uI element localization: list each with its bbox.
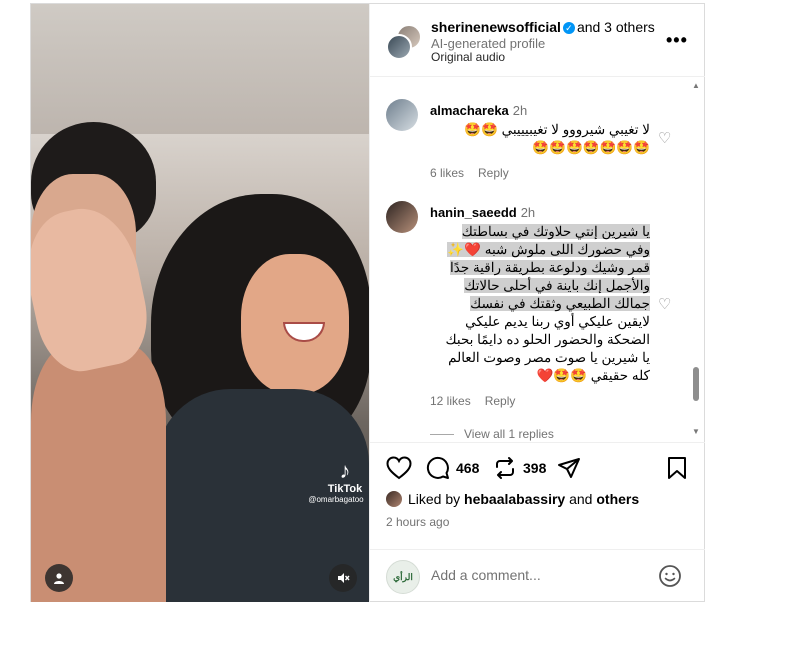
like-button[interactable] <box>386 455 412 481</box>
avatar[interactable] <box>386 99 418 131</box>
comment-button[interactable]: 468 <box>426 455 479 481</box>
comment-line: قمر وشيك ودلوعة بطريقة راقية جدًا <box>450 260 650 275</box>
ai-label[interactable]: AI-generated profile <box>431 36 545 51</box>
comment-line: جمالك الطبيعي وثقتك في نفسك <box>470 296 650 311</box>
like-comment-heart-icon[interactable]: ♡ <box>658 295 671 313</box>
like-comment-heart-icon[interactable]: ♡ <box>658 129 671 147</box>
save-button[interactable] <box>667 455 687 481</box>
post-video[interactable]: ♪ TikTok @omarbagatoo <box>31 4 369 602</box>
post-author: sherinenewsofficial ✓ and 3 others <box>431 19 655 35</box>
tagged-users-button[interactable] <box>45 564 73 592</box>
comment-username: hanin_saeedd 2h <box>430 205 535 220</box>
comment-line: والأجمل إنك باينة في أحلى حالاتك <box>464 278 650 293</box>
comment-line: وفي حضورك اللى ملوش شبه ❤️✨ <box>447 242 650 257</box>
post-dialog: ♪ TikTok @omarbagatoo sherinenewsofficia… <box>30 3 705 602</box>
more-options-button[interactable]: ••• <box>666 30 688 51</box>
tiktok-watermark: ♪ TikTok @omarbagatoo <box>308 458 369 505</box>
comment-line: الضحكة والحضور الحلو ده دايمًا بحبك <box>445 332 651 347</box>
comment-time: 2h <box>512 103 528 118</box>
avatar: الرأي <box>386 560 420 594</box>
mute-button[interactable] <box>329 564 357 592</box>
add-comment-bar: الرأي Add a comment... <box>370 549 705 603</box>
scroll-up-arrow-icon[interactable]: ▲ <box>692 81 700 90</box>
comment-input[interactable]: Add a comment... <box>431 567 541 583</box>
share-button[interactable] <box>557 455 581 481</box>
post-header: sherinenewsofficial ✓ and 3 others AI-gene… <box>370 4 705 77</box>
heart-icon <box>386 456 412 480</box>
comment-line: 🤩🤩🤩🤩🤩🤩🤩 <box>532 140 650 155</box>
comments-scrollbar[interactable] <box>693 367 699 401</box>
divider <box>430 434 454 436</box>
comment-meta: 6 likes Reply <box>430 166 523 180</box>
tiktok-logo-icon: ♪ <box>339 458 351 483</box>
send-icon <box>558 458 580 478</box>
reply-button[interactable]: Reply <box>485 394 516 408</box>
liked-by: Liked by hebaalabassiry and others <box>386 491 639 507</box>
scroll-down-arrow-icon[interactable]: ▼ <box>692 427 700 436</box>
avatar[interactable] <box>386 201 418 233</box>
comment-likes[interactable]: 12 likes <box>430 394 471 408</box>
comment-text: لا تغيبي شيرووو لا تغيبيييبي 🤩🤩 🤩🤩🤩🤩🤩🤩🤩 <box>430 121 650 157</box>
view-replies-label: View all 1 replies <box>464 427 554 441</box>
author-username[interactable]: sherinenewsofficial <box>431 19 561 35</box>
post-timestamp[interactable]: 2 hours ago <box>386 515 449 529</box>
emoji-picker-button[interactable] <box>658 564 682 593</box>
tiktok-name: TikTok <box>327 483 363 495</box>
comment-line: لا تغيبي شيرووو لا تغيبيييبي 🤩🤩 <box>464 122 650 137</box>
comment-text: يا شيرين إنتي حلاوتك في بساطتك وفي حضورك… <box>430 223 650 385</box>
collab-avatars[interactable] <box>386 24 422 60</box>
comment-likes[interactable]: 6 likes <box>430 166 464 180</box>
post-actions: 468 398 Liked by hebaalabassiry and othe… <box>370 442 705 563</box>
comment-line: كله حقيقي 🤩🤩❤️ <box>536 368 650 383</box>
user-icon <box>54 573 64 584</box>
comment-meta: 12 likes Reply <box>430 394 529 408</box>
repost-icon <box>496 457 514 479</box>
tiktok-handle: @omarbagatoo <box>308 495 364 504</box>
collab-others[interactable]: and 3 others <box>577 19 655 35</box>
liked-by-and: and <box>569 491 593 507</box>
comment-line: يا شيرين إنتي حلاوتك في بساطتك <box>461 224 650 239</box>
bookmark-icon <box>668 457 686 479</box>
post-side-panel: sherinenewsofficial ✓ and 3 others AI-gene… <box>369 4 705 602</box>
comment-username-text[interactable]: hanin_saeedd <box>430 205 517 220</box>
speaker-muted-icon <box>338 573 350 583</box>
comment-line: يا شيرين يا صوت مصر وصوت العالم <box>448 350 650 365</box>
reposts-count: 398 <box>523 460 547 476</box>
comment-username-text[interactable]: almachareka <box>430 103 509 118</box>
comment-time: 2h <box>520 205 536 220</box>
comment-bubble-icon <box>426 456 449 479</box>
video-figure-arm <box>31 344 166 602</box>
liked-by-user[interactable]: hebaalabassiry <box>464 491 565 507</box>
comment-username: almachareka 2h <box>430 103 527 118</box>
audio-label[interactable]: Original audio <box>431 50 505 64</box>
comments-count: 468 <box>456 460 480 476</box>
comment-line: لايقين عليكي أوي ربنا يديم عليكي <box>465 314 650 329</box>
video-background <box>31 4 369 134</box>
liked-by-prefix: Liked by <box>408 491 461 507</box>
liked-by-others[interactable]: others <box>596 491 639 507</box>
avatar <box>386 491 402 507</box>
view-replies-button[interactable]: View all 1 replies <box>430 427 554 441</box>
comments-list[interactable]: almachareka 2h لا تغيبي شيرووو لا تغيبييي… <box>370 77 705 441</box>
avatar <box>386 34 412 60</box>
reply-button[interactable]: Reply <box>478 166 509 180</box>
repost-button[interactable]: 398 <box>493 455 546 481</box>
emoji-icon <box>659 565 681 587</box>
verified-badge-icon: ✓ <box>562 22 575 35</box>
